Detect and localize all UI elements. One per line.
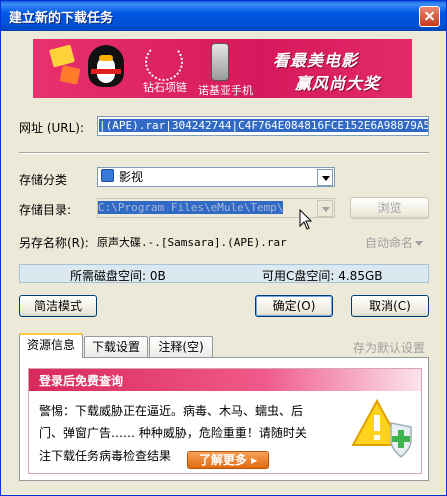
tab-resource-info[interactable]: 资源信息: [19, 333, 83, 358]
title-bar[interactable]: 建立新的下载任务: [1, 1, 446, 31]
penguin-scarf: [91, 69, 121, 74]
mouse-cursor-icon: [299, 209, 313, 230]
category-label: 存储分类: [19, 173, 68, 187]
banner-text-necklace: 钻石项链: [143, 81, 187, 94]
warning-line-2: 门、弹窗广告…… 种种威胁，危险重重！请随时关: [39, 426, 307, 440]
url-input[interactable]: |(APE).rar|304242744|C4F764E084816FCE152…: [97, 116, 429, 136]
save-as-value[interactable]: 原声大碟.-.[Samsara].(APE).rar: [97, 234, 287, 250]
banner-text-phone: 诺基亚手机: [198, 84, 253, 97]
divider: [19, 152, 429, 154]
necklace-icon: [145, 43, 183, 81]
directory-value: C:\Program Files\eMule\Temp\: [98, 201, 284, 214]
banner-text-movie: 看最美电影: [273, 51, 359, 70]
gift-box-icon: [59, 65, 81, 85]
available-space: 可用C盘空间: 4.85GB: [262, 269, 383, 283]
chevron-down-icon[interactable]: [317, 200, 333, 217]
browse-button[interactable]: 浏览: [350, 197, 429, 219]
resource-info-panel: 登录后免费查询 警惕：下载威胁正在逼近。病毒、木马、蠕虫、后 门、弹窗广告…… …: [19, 357, 429, 481]
tab-comments[interactable]: 注释(空): [149, 336, 213, 357]
chevron-down-icon: [415, 241, 424, 246]
window-title: 建立新的下载任务: [9, 11, 114, 26]
virus-warning-card: 登录后免费查询 警惕：下载威胁正在逼近。病毒、木马、蠕虫、后 门、弹窗广告…… …: [28, 368, 422, 474]
ad-banner[interactable]: 钻石项链 诺基亚手机 看最美电影 赢风尚大奖: [33, 39, 412, 98]
auto-name-label: 自动命名: [365, 236, 414, 250]
url-value: |(APE).rar|304242744|C4F764E084816FCE152…: [99, 119, 428, 132]
required-space: 所需磁盘空间: 0B: [70, 269, 166, 283]
warning-heading: 登录后免费查询: [39, 374, 124, 388]
warning-line-3: 注下载任务病毒检查结果: [39, 449, 172, 463]
banner-text-prize: 赢风尚大奖: [295, 74, 381, 93]
category-value: 影视: [119, 170, 144, 184]
url-label: 网址 (URL):: [19, 121, 85, 135]
warning-line-1: 警惕：下载威胁正在逼近。病毒、木马、蠕虫、后: [39, 404, 304, 418]
directory-label: 存储目录:: [19, 203, 72, 217]
phone-icon: [211, 43, 229, 81]
warning-header[interactable]: 登录后免费查询: [29, 369, 421, 391]
security-warning-icon: [351, 398, 412, 459]
simple-mode-button[interactable]: 简洁模式: [19, 295, 97, 317]
chevron-down-icon[interactable]: [317, 169, 333, 186]
cancel-button[interactable]: 取消(C): [351, 295, 429, 317]
gift-box-icon: [49, 44, 75, 68]
save-as-label: 另存名称(R):: [19, 236, 89, 250]
dialog-window: 建立新的下载任务 钻石项链 诺基亚手机 看最美电影 赢风尚大奖 网址 (URL)…: [0, 0, 447, 496]
disk-space-bar: 所需磁盘空间: 0B 可用C盘空间: 4.85GB: [19, 264, 429, 283]
tab-download-settings[interactable]: 下载设置: [84, 336, 148, 357]
ok-button[interactable]: 确定(O): [255, 295, 333, 317]
penguin-beak: [99, 55, 113, 61]
auto-name-dropdown[interactable]: 自动命名: [365, 234, 424, 251]
learn-more-button[interactable]: 了解更多 ▸: [187, 451, 269, 469]
close-button[interactable]: [419, 6, 440, 27]
category-select[interactable]: 影视: [97, 167, 335, 187]
checkbox-icon: [101, 169, 114, 182]
save-default-link[interactable]: 存为默认设置: [353, 339, 425, 356]
